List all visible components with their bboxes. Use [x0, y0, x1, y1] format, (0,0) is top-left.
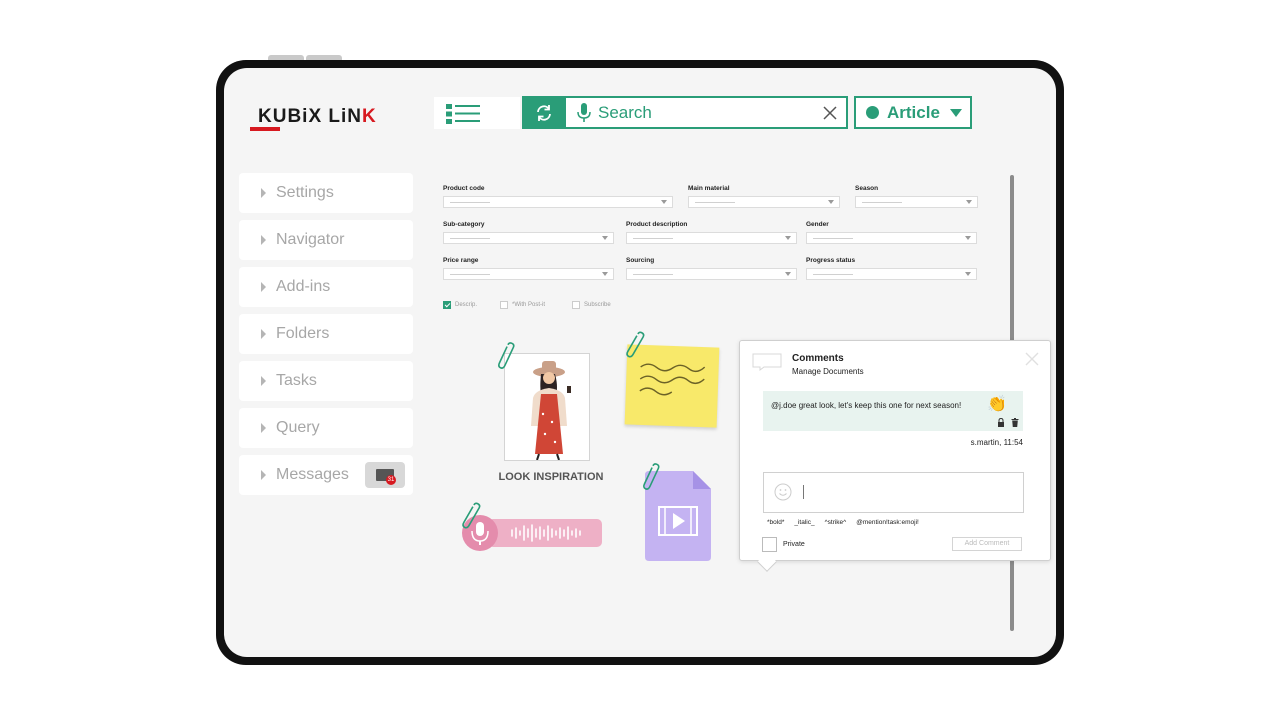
article-type-dropdown[interactable]: Article	[854, 96, 972, 129]
caret-right-icon	[261, 282, 266, 292]
field-product-code: Product code	[443, 185, 673, 208]
post-it-note[interactable]	[624, 344, 720, 428]
checkbox-subscribe[interactable]: Subscribe	[572, 301, 611, 309]
field-gender: Gender	[806, 221, 977, 244]
comment-message: @j.doe great look, let's keep this one f…	[763, 391, 1023, 431]
lock-icon[interactable]	[997, 418, 1005, 427]
messages-badge[interactable]: 31	[365, 462, 405, 488]
comment-author-time: s.martin, 11:54	[970, 438, 1023, 447]
caret-right-icon	[261, 423, 266, 433]
private-checkbox[interactable]	[762, 537, 777, 552]
caret-right-icon	[261, 329, 266, 339]
sync-icon	[537, 104, 551, 121]
field-progress-status: Progress status	[806, 257, 977, 280]
field-sourcing: Sourcing	[626, 257, 797, 280]
checkbox-unchecked[interactable]	[500, 301, 508, 309]
season-select[interactable]	[855, 196, 978, 208]
field-main-material: Main material	[688, 185, 840, 208]
comment-input[interactable]	[763, 472, 1024, 513]
sourcing-select[interactable]	[626, 268, 797, 280]
caret-right-icon	[261, 470, 266, 480]
status-dot-icon	[866, 106, 879, 119]
comments-subtitle: Manage Documents	[792, 367, 864, 376]
clapping-hands-emoji: 👏	[987, 396, 1007, 413]
trash-icon[interactable]	[1011, 418, 1019, 427]
caret-down-icon	[949, 108, 962, 117]
product-code-select[interactable]	[443, 196, 673, 208]
handwriting-squiggle	[639, 363, 706, 396]
microphone-icon[interactable]	[576, 103, 592, 123]
product-description-select[interactable]	[626, 232, 797, 244]
caret-right-icon	[261, 235, 266, 245]
field-price-range: Price range	[443, 257, 614, 280]
caret-right-icon	[261, 376, 266, 386]
gender-select[interactable]	[806, 232, 977, 244]
comments-panel: Comments Manage Documents @j.doe great l…	[739, 340, 1051, 572]
main-material-select[interactable]	[688, 196, 840, 208]
checkbox-unchecked[interactable]	[572, 301, 580, 309]
voice-message[interactable]	[460, 511, 604, 555]
sync-button[interactable]	[522, 96, 566, 129]
sidebar-item-add-ins[interactable]: Add-ins	[239, 267, 413, 307]
kubix-link-logo: KUBiX LiNK	[250, 106, 400, 132]
emoji-icon[interactable]	[774, 483, 792, 501]
logo-red-bar	[250, 127, 280, 131]
checkbox-checked[interactable]	[443, 301, 451, 309]
sidebar-item-navigator[interactable]: Navigator	[239, 220, 413, 260]
text-cursor	[803, 485, 804, 499]
progress-status-select[interactable]	[806, 268, 977, 280]
add-comment-button[interactable]: Add Comment	[952, 537, 1022, 551]
field-product-description: Product description	[626, 221, 797, 244]
format-hints: *bold* _italic_ ^strike^ @mention!task:e…	[767, 519, 919, 526]
fashion-woman-illustration	[531, 361, 571, 460]
sidebar-item-query[interactable]: Query	[239, 408, 413, 448]
unread-count: 31	[386, 475, 396, 485]
clear-icon[interactable]	[822, 105, 838, 121]
sidebar-item-tasks[interactable]: Tasks	[239, 361, 413, 401]
field-sub-category: Sub-category	[443, 221, 614, 244]
private-toggle[interactable]: Private	[762, 537, 805, 552]
caret-right-icon	[261, 188, 266, 198]
comment-bubble-icon	[752, 353, 782, 371]
sidebar-item-folders[interactable]: Folders	[239, 314, 413, 354]
sub-category-select[interactable]	[443, 232, 614, 244]
field-season: Season	[855, 185, 978, 208]
checkbox-with-post-it[interactable]: *With Post-it	[500, 301, 545, 309]
sidebar-item-messages[interactable]: Messages 31	[239, 455, 413, 495]
sidebar-item-settings[interactable]: Settings	[239, 173, 413, 213]
list-icon	[446, 104, 480, 124]
price-range-select[interactable]	[443, 268, 614, 280]
comments-title: Comments	[792, 353, 844, 364]
checkbox-descrip[interactable]: Descrip.	[443, 301, 477, 309]
tablet-frame: KUBiX LiNK Search Article Settings Navig…	[216, 60, 1064, 665]
look-inspiration-photo[interactable]	[504, 353, 590, 461]
close-icon[interactable]	[1024, 351, 1040, 367]
search-input[interactable]	[598, 102, 808, 124]
list-view-button[interactable]	[434, 97, 520, 129]
sidebar: Settings Navigator Add-ins Folders Tasks…	[239, 173, 413, 502]
popover-tail	[757, 552, 777, 572]
app-screen: KUBiX LiNK Search Article Settings Navig…	[224, 68, 1056, 657]
search-bar	[522, 96, 848, 129]
